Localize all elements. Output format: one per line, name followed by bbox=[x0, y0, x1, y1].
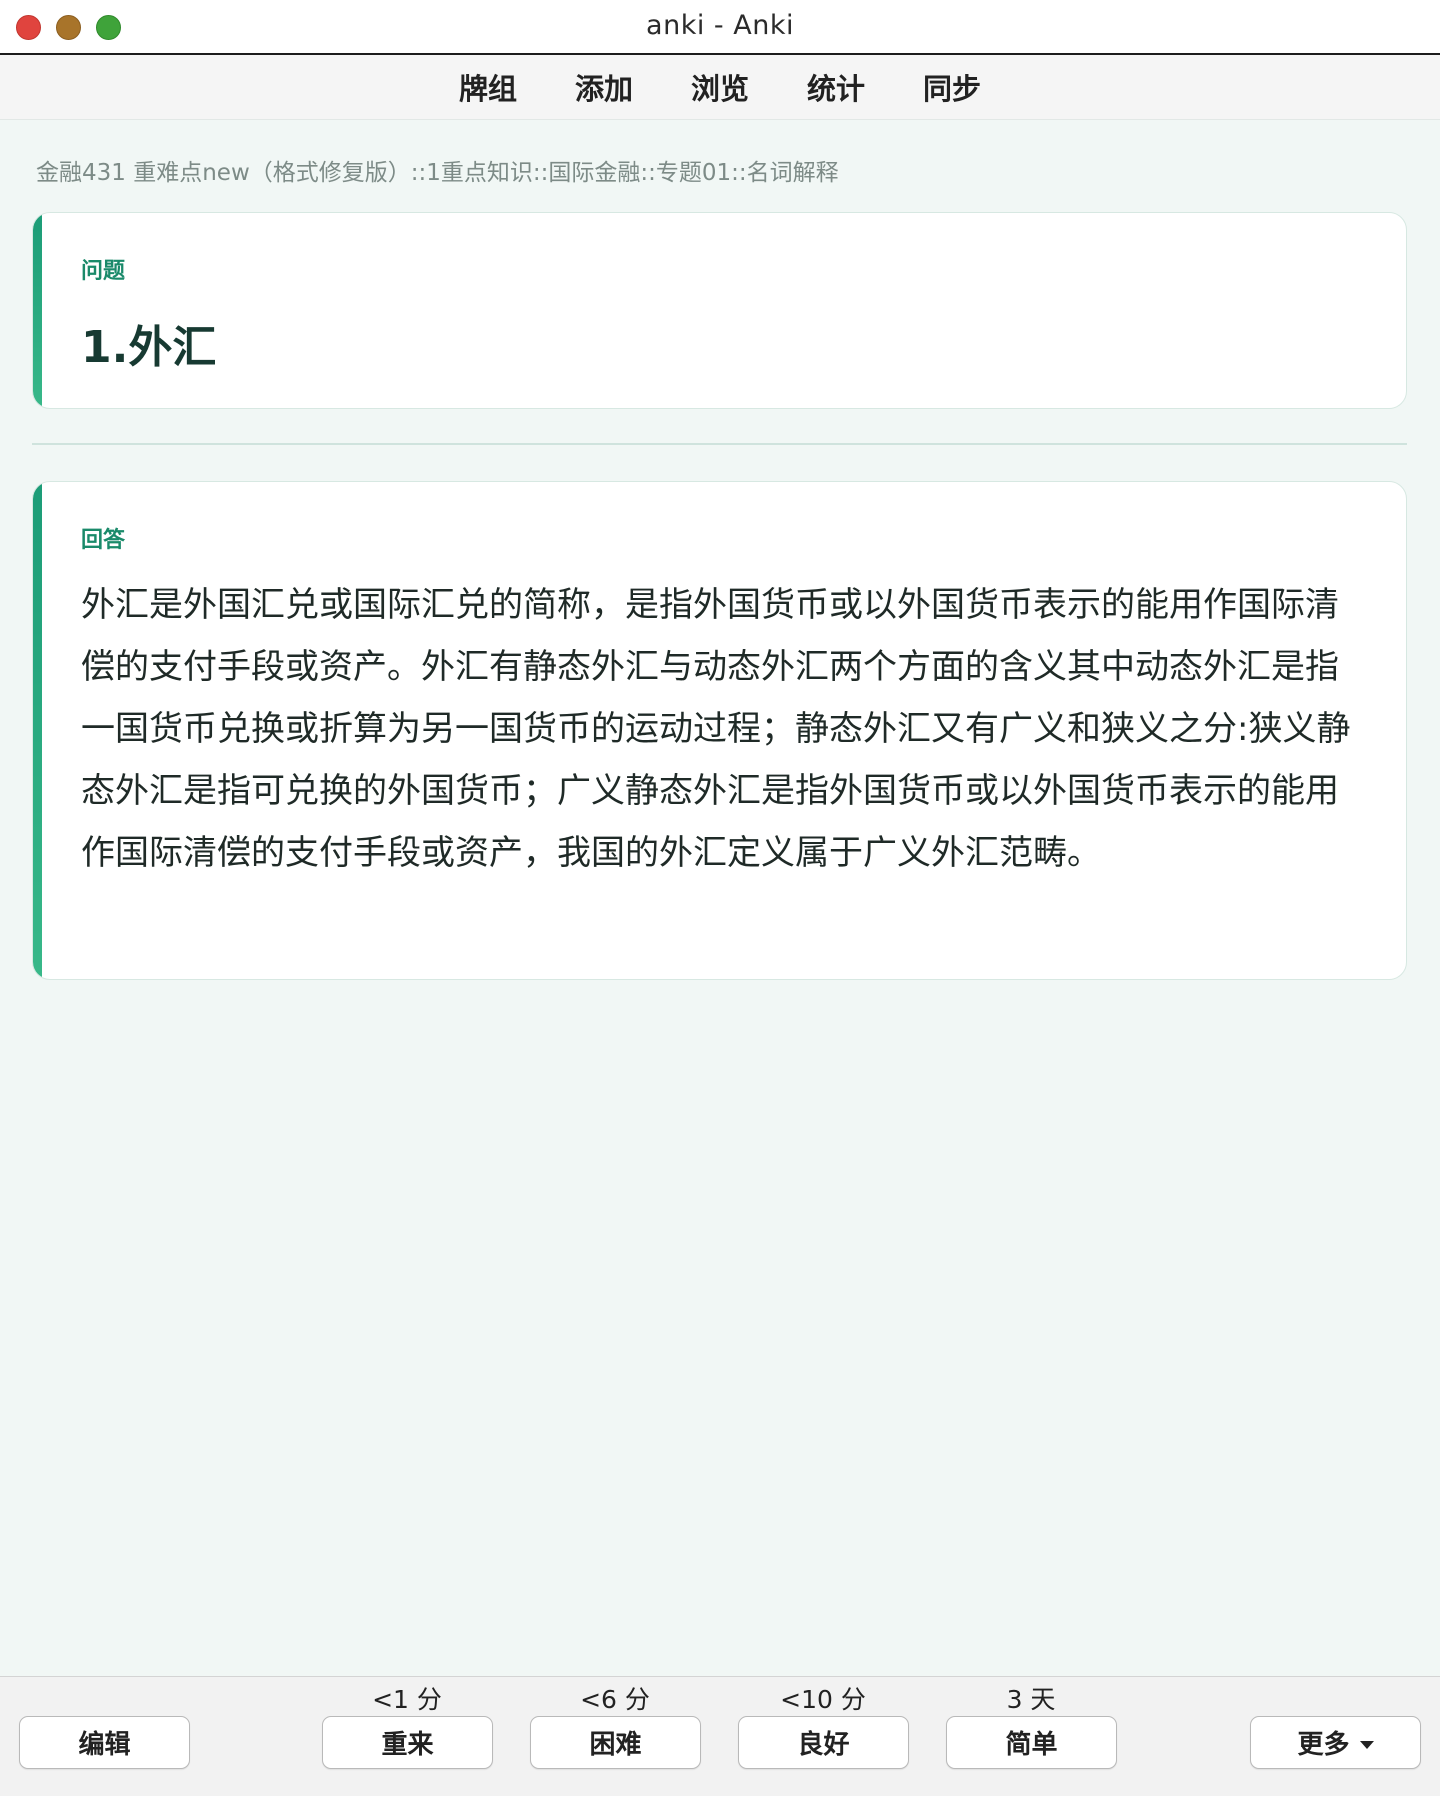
question-text: 1.外汇 bbox=[81, 322, 217, 373]
toolbar-decks[interactable]: 牌组 bbox=[459, 66, 517, 108]
toolbar-sync[interactable]: 同步 bbox=[923, 66, 981, 108]
again-button[interactable]: 重来 bbox=[322, 1716, 493, 1769]
easy-interval: 3 天 bbox=[1006, 1685, 1056, 1714]
question-label: 问题 bbox=[81, 259, 126, 284]
easy-button-label: 简单 bbox=[1005, 1730, 1058, 1760]
anki-window: anki - Anki 牌组 添加 浏览 统计 同步 金融431 重难点new（… bbox=[0, 0, 1440, 1796]
hard-interval: <6 分 bbox=[580, 1685, 650, 1714]
question-card: 问题 1.外汇 bbox=[32, 212, 1407, 409]
deck-breadcrumb: 金融431 重难点new（格式修复版）::1重点知识::国际金融::专题01::… bbox=[36, 160, 839, 186]
review-bottom-bar bbox=[0, 1676, 1440, 1796]
easy-button[interactable]: 简单 bbox=[946, 1716, 1117, 1769]
answer-text: 外汇是外国汇兑或国际汇兑的简称，是指外国货币或以外国货币表示的能用作国际清偿的支… bbox=[81, 585, 1351, 873]
title-bar: anki - Anki bbox=[0, 0, 1440, 55]
toolbar-browse[interactable]: 浏览 bbox=[691, 66, 749, 108]
good-button[interactable]: 良好 bbox=[738, 1716, 909, 1769]
main-toolbar: 牌组 添加 浏览 统计 同步 bbox=[0, 55, 1440, 120]
again-interval: <1 分 bbox=[372, 1685, 442, 1714]
again-button-label: 重来 bbox=[381, 1730, 434, 1760]
toolbar-stats[interactable]: 统计 bbox=[807, 66, 865, 108]
good-button-label: 良好 bbox=[797, 1730, 850, 1760]
toolbar-add[interactable]: 添加 bbox=[575, 66, 633, 108]
answer-label: 回答 bbox=[81, 528, 126, 553]
hard-button[interactable]: 困难 bbox=[530, 1716, 701, 1769]
more-button[interactable]: 更多 bbox=[1250, 1716, 1421, 1769]
chevron-down-icon bbox=[1359, 1740, 1374, 1749]
answer-card: 回答 外汇是外国汇兑或国际汇兑的简称，是指外国货币或以外国货币表示的能用作国际清… bbox=[32, 481, 1407, 980]
window-title: anki - Anki bbox=[646, 10, 794, 41]
more-button-label: 更多 bbox=[1297, 1730, 1350, 1760]
good-interval: <10 分 bbox=[780, 1685, 866, 1714]
answer-divider bbox=[32, 443, 1407, 445]
edit-button-label: 编辑 bbox=[78, 1730, 131, 1760]
hard-button-label: 困难 bbox=[589, 1730, 642, 1760]
edit-button[interactable]: 编辑 bbox=[19, 1716, 190, 1769]
